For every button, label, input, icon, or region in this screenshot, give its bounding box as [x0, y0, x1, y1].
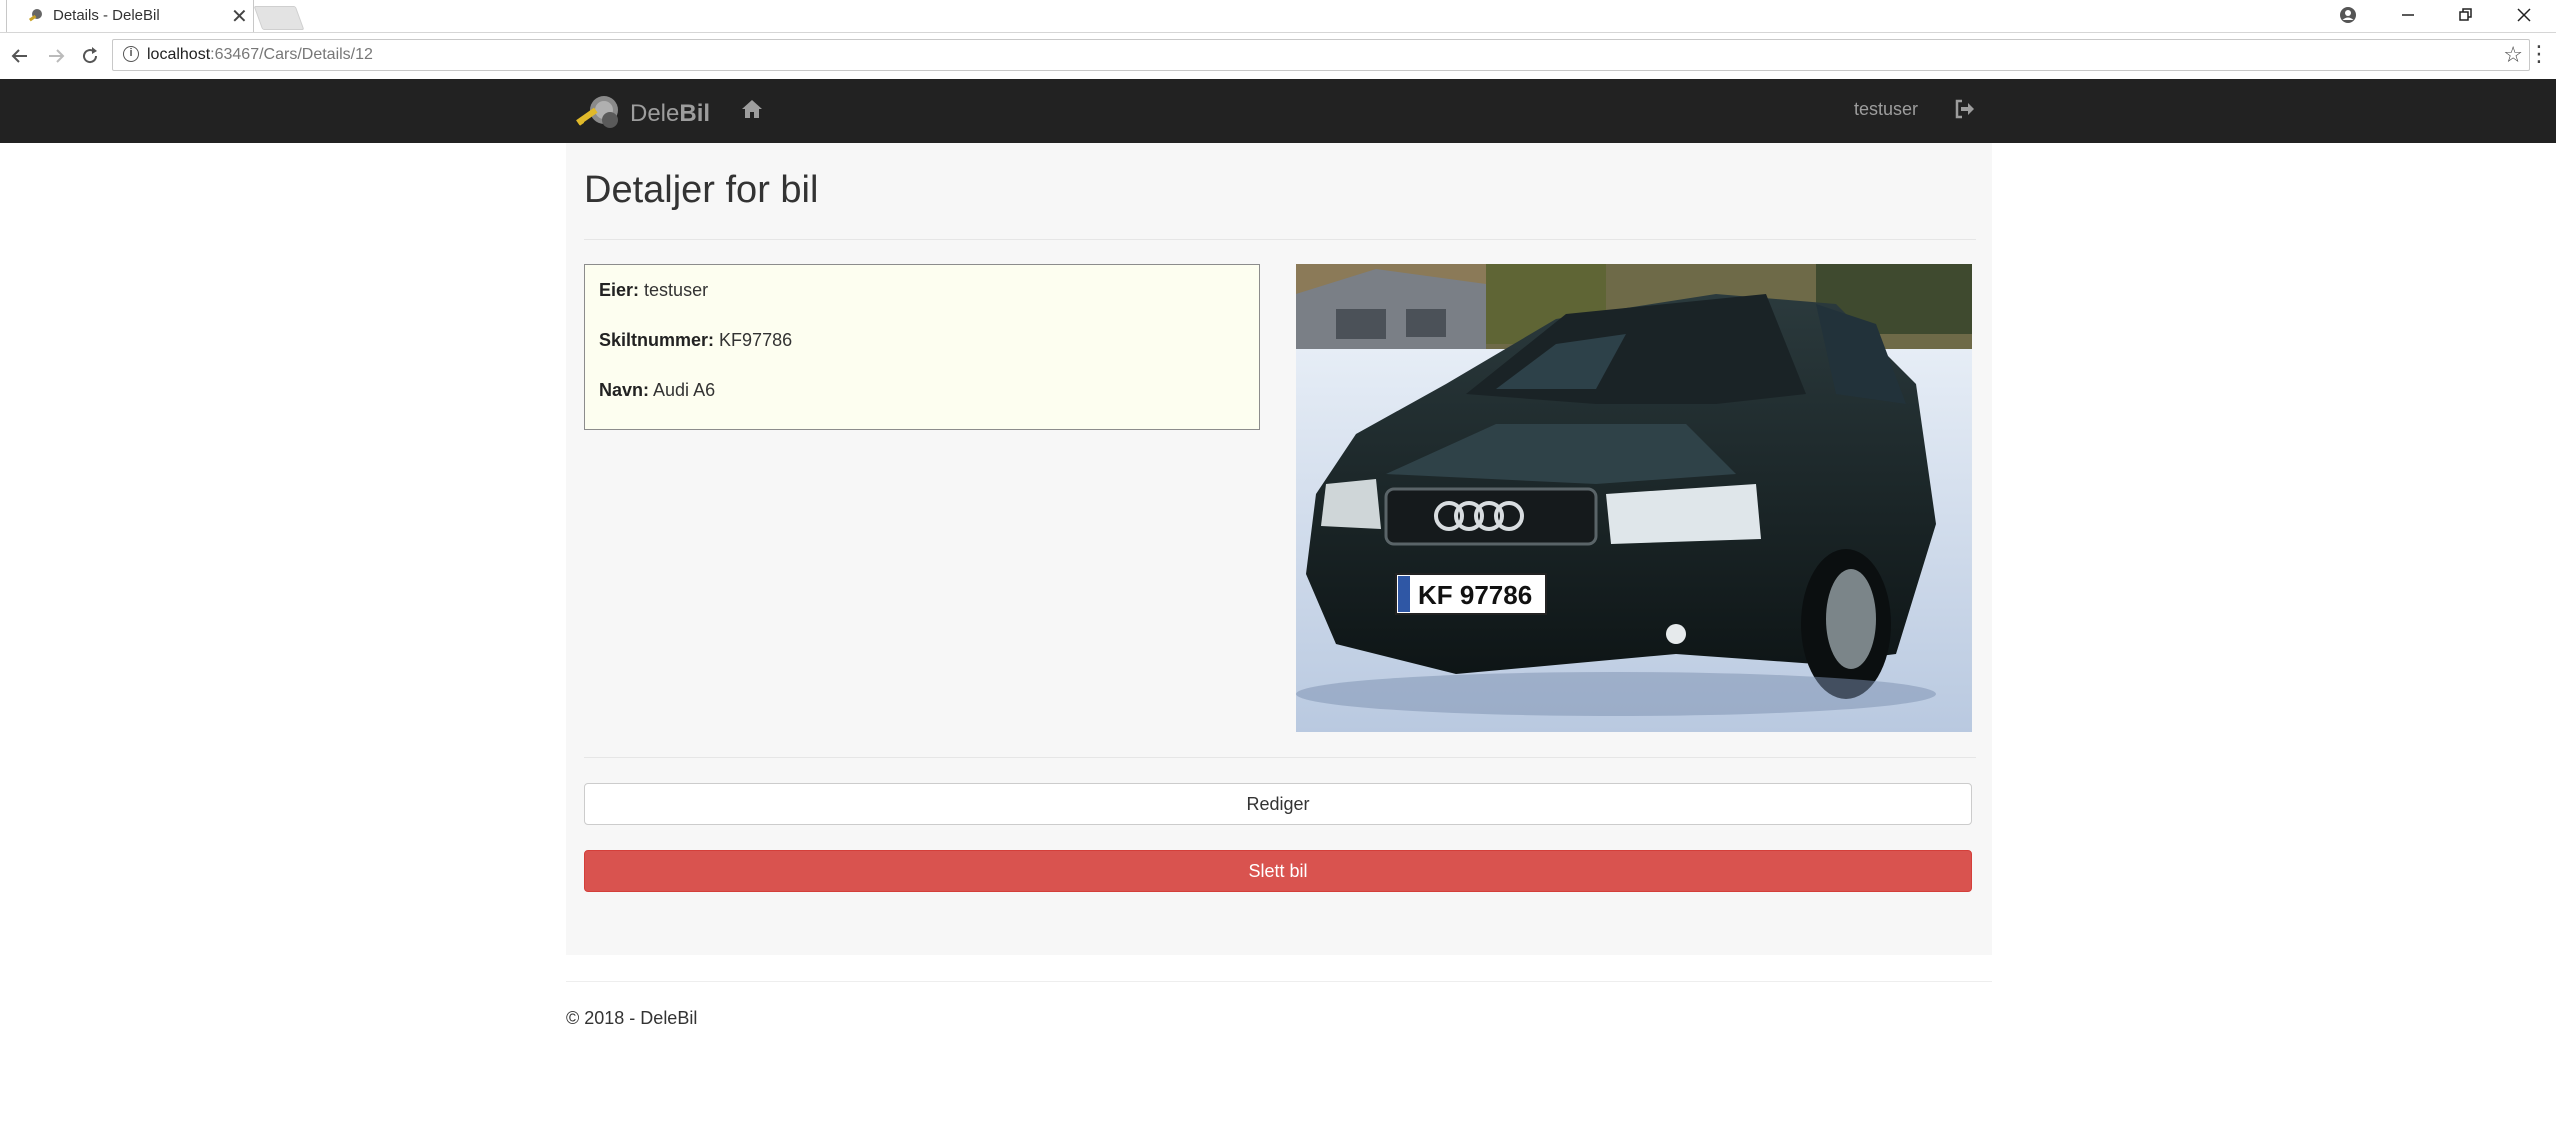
- title-divider: [584, 239, 1976, 240]
- owner-value: testuser: [644, 280, 709, 300]
- url-path: :63467/Cars/Details/12: [210, 46, 373, 63]
- close-window-icon[interactable]: [2496, 0, 2552, 32]
- brand-name: DeleBil: [630, 100, 710, 128]
- key-logo-icon: [576, 96, 618, 128]
- owner-row: Eier: testuser: [599, 280, 708, 301]
- name-row: Navn: Audi A6: [599, 380, 715, 401]
- tab-close-icon[interactable]: ✕: [231, 4, 248, 29]
- car-photo: KF 97786: [1296, 264, 1972, 732]
- car-photo-plate-text: KF 97786: [1418, 580, 1532, 610]
- delete-car-button[interactable]: Slett bil: [584, 850, 1972, 892]
- plate-row: Skiltnummer: KF97786: [599, 330, 792, 351]
- nav-username-link[interactable]: testuser: [1854, 99, 1918, 120]
- new-tab-button[interactable]: [253, 6, 305, 30]
- minimize-window-icon[interactable]: [2380, 0, 2436, 32]
- logout-icon[interactable]: [1952, 97, 1976, 121]
- edit-button[interactable]: Rediger: [584, 783, 1972, 825]
- address-url: localhost:63467/Cars/Details/12: [147, 46, 373, 64]
- tab-title: Details - DeleBil: [53, 7, 160, 24]
- browser-tab-strip: Details - DeleBil ✕: [0, 0, 2556, 33]
- owner-label: Eier:: [599, 280, 640, 300]
- url-host: localhost: [147, 46, 211, 63]
- tab-favicon-icon: [28, 9, 42, 22]
- name-label: Navn:: [599, 380, 650, 400]
- plate-label: Skiltnummer:: [599, 330, 715, 350]
- site-navbar: DeleBil testuser: [0, 79, 2556, 143]
- brand-name-bold: Bil: [679, 100, 711, 127]
- address-bar[interactable]: i localhost:63467/Cars/Details/12 ☆: [112, 39, 2530, 71]
- name-value: Audi A6: [653, 380, 716, 400]
- reload-icon[interactable]: [76, 42, 104, 70]
- browser-menu-icon[interactable]: ⋮: [2528, 42, 2550, 66]
- home-icon[interactable]: [740, 97, 764, 121]
- forward-arrow-icon[interactable]: [42, 42, 70, 70]
- brand-name-light: Dele: [630, 100, 680, 127]
- plate-value: KF97786: [719, 330, 793, 350]
- back-arrow-icon[interactable]: [6, 42, 34, 70]
- bookmark-star-icon[interactable]: ☆: [2503, 42, 2523, 68]
- browser-toolbar: i localhost:63467/Cars/Details/12 ☆ ⋮: [0, 33, 2556, 80]
- content-divider: [584, 757, 1976, 758]
- main-container: Detaljer for bil Eier: testuser Skiltnum…: [566, 143, 1992, 955]
- site-info-icon[interactable]: i: [123, 46, 139, 62]
- footer-copyright: © 2018 - DeleBil: [566, 1008, 698, 1028]
- restore-window-icon[interactable]: [2438, 0, 2494, 32]
- page-title: Detaljer for bil: [584, 169, 819, 211]
- footer-divider: [566, 981, 1992, 982]
- profile-icon[interactable]: [2320, 0, 2376, 32]
- car-details-box: Eier: testuser Skiltnummer: KF97786 Navn…: [584, 264, 1260, 430]
- browser-tab-active[interactable]: Details - DeleBil ✕: [6, 0, 254, 32]
